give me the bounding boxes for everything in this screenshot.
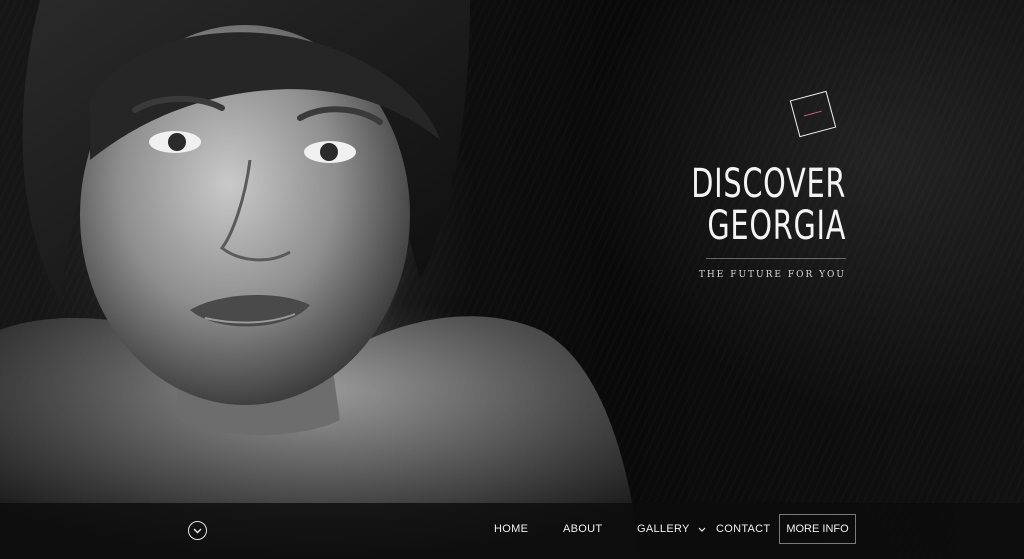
page-subtitle: THE FUTURE FOR YOU (698, 270, 846, 280)
nav-home[interactable]: HOME (494, 523, 528, 535)
more-info-button[interactable]: MORE INFO (779, 514, 856, 544)
bottom-navbar: HOME ABOUT GALLERY CONTACT MORE INFO (0, 503, 1024, 559)
nav-gallery[interactable]: GALLERY (637, 523, 706, 535)
left-iris (168, 133, 186, 151)
scroll-down-button[interactable] (188, 521, 207, 540)
nav-contact[interactable]: CONTACT (716, 523, 770, 535)
nav-gallery-label: GALLERY (637, 523, 690, 535)
more-info-label: MORE INFO (786, 523, 849, 535)
logo-accent-line (804, 110, 822, 117)
chevron-down-circle-icon (193, 528, 202, 533)
right-iris (320, 143, 338, 161)
title-line-1: DISCOVER (691, 161, 846, 207)
title-divider (706, 258, 846, 259)
nav-about[interactable]: ABOUT (563, 523, 602, 535)
chevron-down-icon (698, 527, 706, 532)
title-line-2: GEORGIA (707, 203, 846, 249)
portrait-photo (0, 0, 640, 559)
page-title: DISCOVER GEORGIA (691, 163, 846, 247)
page: DISCOVER GEORGIA THE FUTURE FOR YOU HOME… (0, 0, 1024, 559)
